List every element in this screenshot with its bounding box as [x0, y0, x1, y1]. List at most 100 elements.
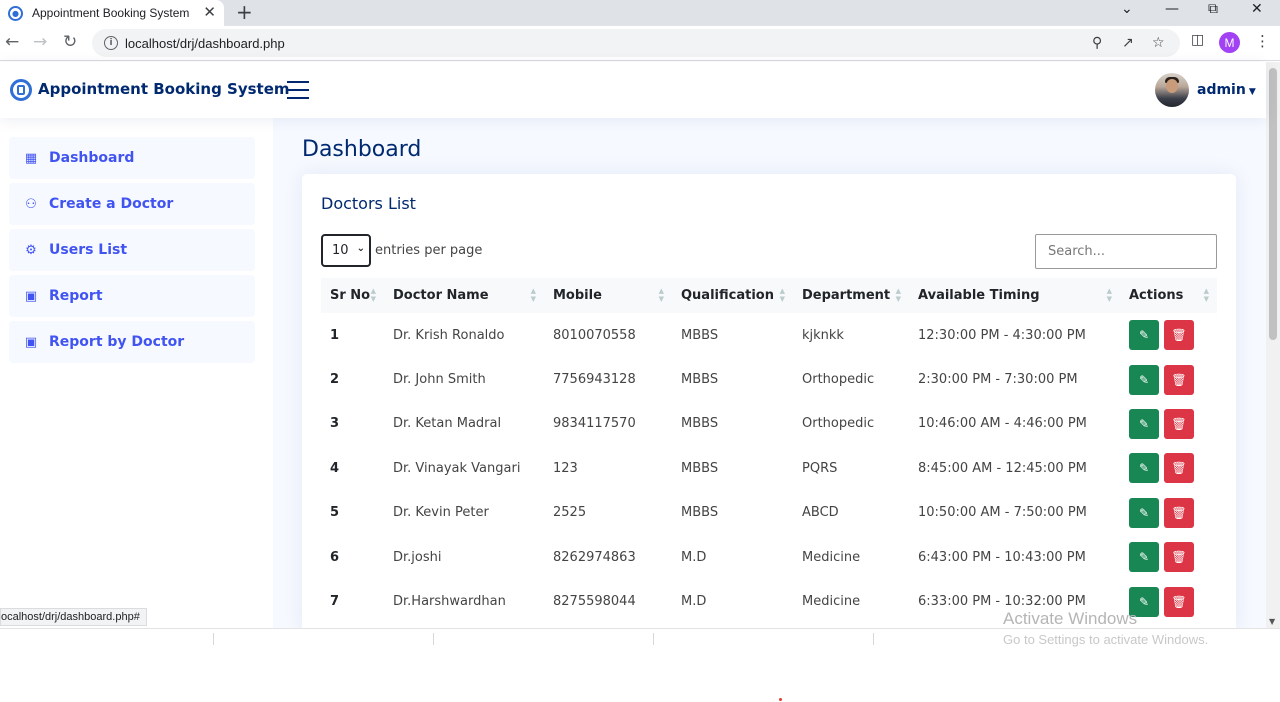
entries-value: 10	[332, 243, 349, 258]
table-row: 3 Dr. Ketan Madral 9834117570 MBBS Ortho…	[321, 402, 1217, 446]
table-row: 6 Dr.joshi 8262974863 M.D Medicine 6:43:…	[321, 535, 1217, 579]
user-plus-icon: ⚇	[25, 196, 37, 212]
scroll-down-arrow-icon[interactable]: ▼	[1269, 617, 1275, 626]
cell-timing: 8:45:00 AM - 12:45:00 PM	[918, 460, 1087, 476]
column-header[interactable]: Department ▲ ▼	[793, 278, 909, 313]
delete-button[interactable]: 🗑	[1164, 453, 1194, 484]
calendar-icon: ▣	[24, 334, 38, 350]
cell-name: Dr. Vinayak Vangari	[393, 460, 521, 476]
edit-button[interactable]: ✎	[1129, 320, 1159, 351]
bookmark-star-icon[interactable]: ☆	[1152, 35, 1165, 51]
user-avatar[interactable]	[1155, 73, 1189, 107]
scroll-thumb[interactable]	[1269, 68, 1277, 340]
user-name: admin	[1197, 82, 1246, 98]
sidebar-item-report-by-doctor[interactable]: ▣ Report by Doctor	[9, 321, 255, 363]
sidebar-item-label: Dashboard	[49, 150, 135, 166]
browser-tab[interactable]: ● Appointment Booking System ✕	[0, 0, 224, 26]
edit-button[interactable]: ✎	[1129, 453, 1159, 484]
cell-sr: 3	[330, 416, 340, 432]
cell-mobile: 9834117570	[553, 416, 636, 432]
sort-icon: ▲ ▼	[370, 287, 376, 303]
cell-mobile: 8275598044	[553, 594, 636, 610]
divider	[653, 633, 654, 645]
search-input[interactable]: Search...	[1035, 234, 1217, 269]
app-name[interactable]: Appointment Booking System	[38, 80, 290, 98]
sidebar-item-create-doctor[interactable]: ⚇ Create a Doctor	[9, 183, 255, 225]
users-icon: ⚙	[25, 242, 37, 258]
sidebar-item-report[interactable]: ▣ Report	[9, 275, 255, 317]
cell-actions: ✎ 🗑	[1120, 535, 1217, 579]
cell-department: Orthopedic	[802, 372, 875, 388]
cell-sr: 2	[330, 372, 340, 388]
chevron-down-icon: ⌄	[356, 243, 365, 254]
cell-timing: 12:30:00 PM - 4:30:00 PM	[918, 327, 1086, 343]
edit-button[interactable]: ✎	[1129, 364, 1159, 395]
profile-avatar[interactable]: M	[1219, 32, 1240, 53]
cell-actions: ✎ 🗑	[1120, 357, 1217, 401]
user-menu[interactable]: admin ▼	[1197, 82, 1256, 98]
cell-mobile: 123	[553, 460, 578, 476]
cell-department: PQRS	[802, 460, 838, 476]
sidebar-item-users-list[interactable]: ⚙ Users List	[9, 229, 255, 271]
doctors-table: Sr No ▲ ▼ Doctor Name ▲ ▼ Mobile ▲ ▼ Qualifica…	[321, 278, 1217, 624]
edit-button[interactable]: ✎	[1129, 497, 1159, 528]
table-row: 2 Dr. John Smith 7756943128 MBBS Orthope…	[321, 357, 1217, 401]
cell-qualification: MBBS	[681, 327, 719, 343]
reload-icon[interactable]: ↻	[63, 32, 77, 52]
column-header[interactable]: Sr No ▲ ▼	[321, 278, 384, 313]
cell-sr: 4	[330, 460, 340, 476]
cell-department: Medicine	[802, 594, 861, 610]
address-bar[interactable]: i localhost/drj/dashboard.php ⚲ ↗ ☆	[92, 29, 1180, 57]
delete-button[interactable]: 🗑	[1164, 408, 1194, 439]
column-header[interactable]: Actions ▲ ▼	[1120, 278, 1217, 313]
delete-button[interactable]: 🗑	[1164, 497, 1194, 528]
entries-per-page-select[interactable]: 10 ⌄	[321, 234, 371, 267]
key-icon[interactable]: ⚲	[1092, 35, 1102, 51]
new-tab-icon[interactable]: +	[236, 0, 253, 24]
page-scrollbar[interactable]: ▼	[1266, 62, 1280, 628]
window-close-icon[interactable]: ✕	[1251, 0, 1263, 18]
column-header[interactable]: Mobile ▲ ▼	[544, 278, 672, 313]
site-info-icon[interactable]: i	[104, 36, 118, 50]
cell-sr: 5	[330, 505, 340, 521]
browser-tab-bar: ● Appointment Booking System ✕ + ⌄ — ⧉ ✕	[0, 0, 1280, 26]
browser-menu-icon[interactable]: ⋮	[1255, 32, 1270, 50]
restore-icon[interactable]: ⧉	[1208, 0, 1218, 18]
minimize-icon[interactable]: —	[1165, 0, 1179, 18]
column-header[interactable]: Available Timing ▲ ▼	[909, 278, 1120, 313]
sidebar-item-label: Users List	[49, 242, 128, 258]
cell-mobile: 2525	[553, 505, 587, 521]
column-header[interactable]: Qualification ▲ ▼	[672, 278, 793, 313]
cell-department: Orthopedic	[802, 416, 875, 432]
table-row: 4 Dr. Vinayak Vangari 123 MBBS PQRS 8:45…	[321, 446, 1217, 490]
delete-button[interactable]: 🗑	[1164, 320, 1194, 351]
cell-timing: 10:50:00 AM - 7:50:00 PM	[918, 505, 1087, 521]
cell-actions: ✎ 🗑	[1120, 446, 1217, 490]
cell-department: kjknkk	[802, 327, 844, 343]
edit-button[interactable]: ✎	[1129, 542, 1159, 573]
delete-button[interactable]: 🗑	[1164, 364, 1194, 395]
edit-button[interactable]: ✎	[1129, 408, 1159, 439]
delete-button[interactable]: 🗑	[1164, 542, 1194, 573]
share-icon[interactable]: ↗	[1122, 35, 1134, 51]
sort-icon: ▲ ▼	[1106, 287, 1112, 303]
cell-qualification: MBBS	[681, 416, 719, 432]
sidebar-item-dashboard[interactable]: ▦ Dashboard	[9, 137, 255, 179]
calendar-icon: ▣	[24, 288, 38, 304]
tab-favicon-icon: ●	[8, 5, 23, 21]
activate-windows-title: Activate Windows	[1003, 609, 1138, 628]
delete-button[interactable]: 🗑	[1164, 586, 1194, 617]
forward-icon[interactable]: →	[33, 32, 47, 52]
side-panel-icon[interactable]: ◫	[1191, 32, 1204, 48]
cell-sr: 7	[330, 594, 340, 610]
cell-mobile: 8010070558	[553, 327, 636, 343]
tab-close-icon[interactable]: ✕	[203, 3, 216, 21]
table-row: 1 Dr. Krish Ronaldo 8010070558 MBBS kjkn…	[321, 313, 1217, 357]
tab-search-chevron-icon[interactable]: ⌄	[1121, 0, 1133, 18]
cell-mobile: 7756943128	[553, 372, 636, 388]
column-header[interactable]: Doctor Name ▲ ▼	[384, 278, 544, 313]
back-icon[interactable]: ←	[5, 32, 19, 52]
browser-toolbar: ← → ↻ i localhost/drj/dashboard.php ⚲ ↗ …	[0, 26, 1280, 61]
cell-qualification: MBBS	[681, 460, 719, 476]
menu-toggle-icon[interactable]	[287, 81, 309, 99]
